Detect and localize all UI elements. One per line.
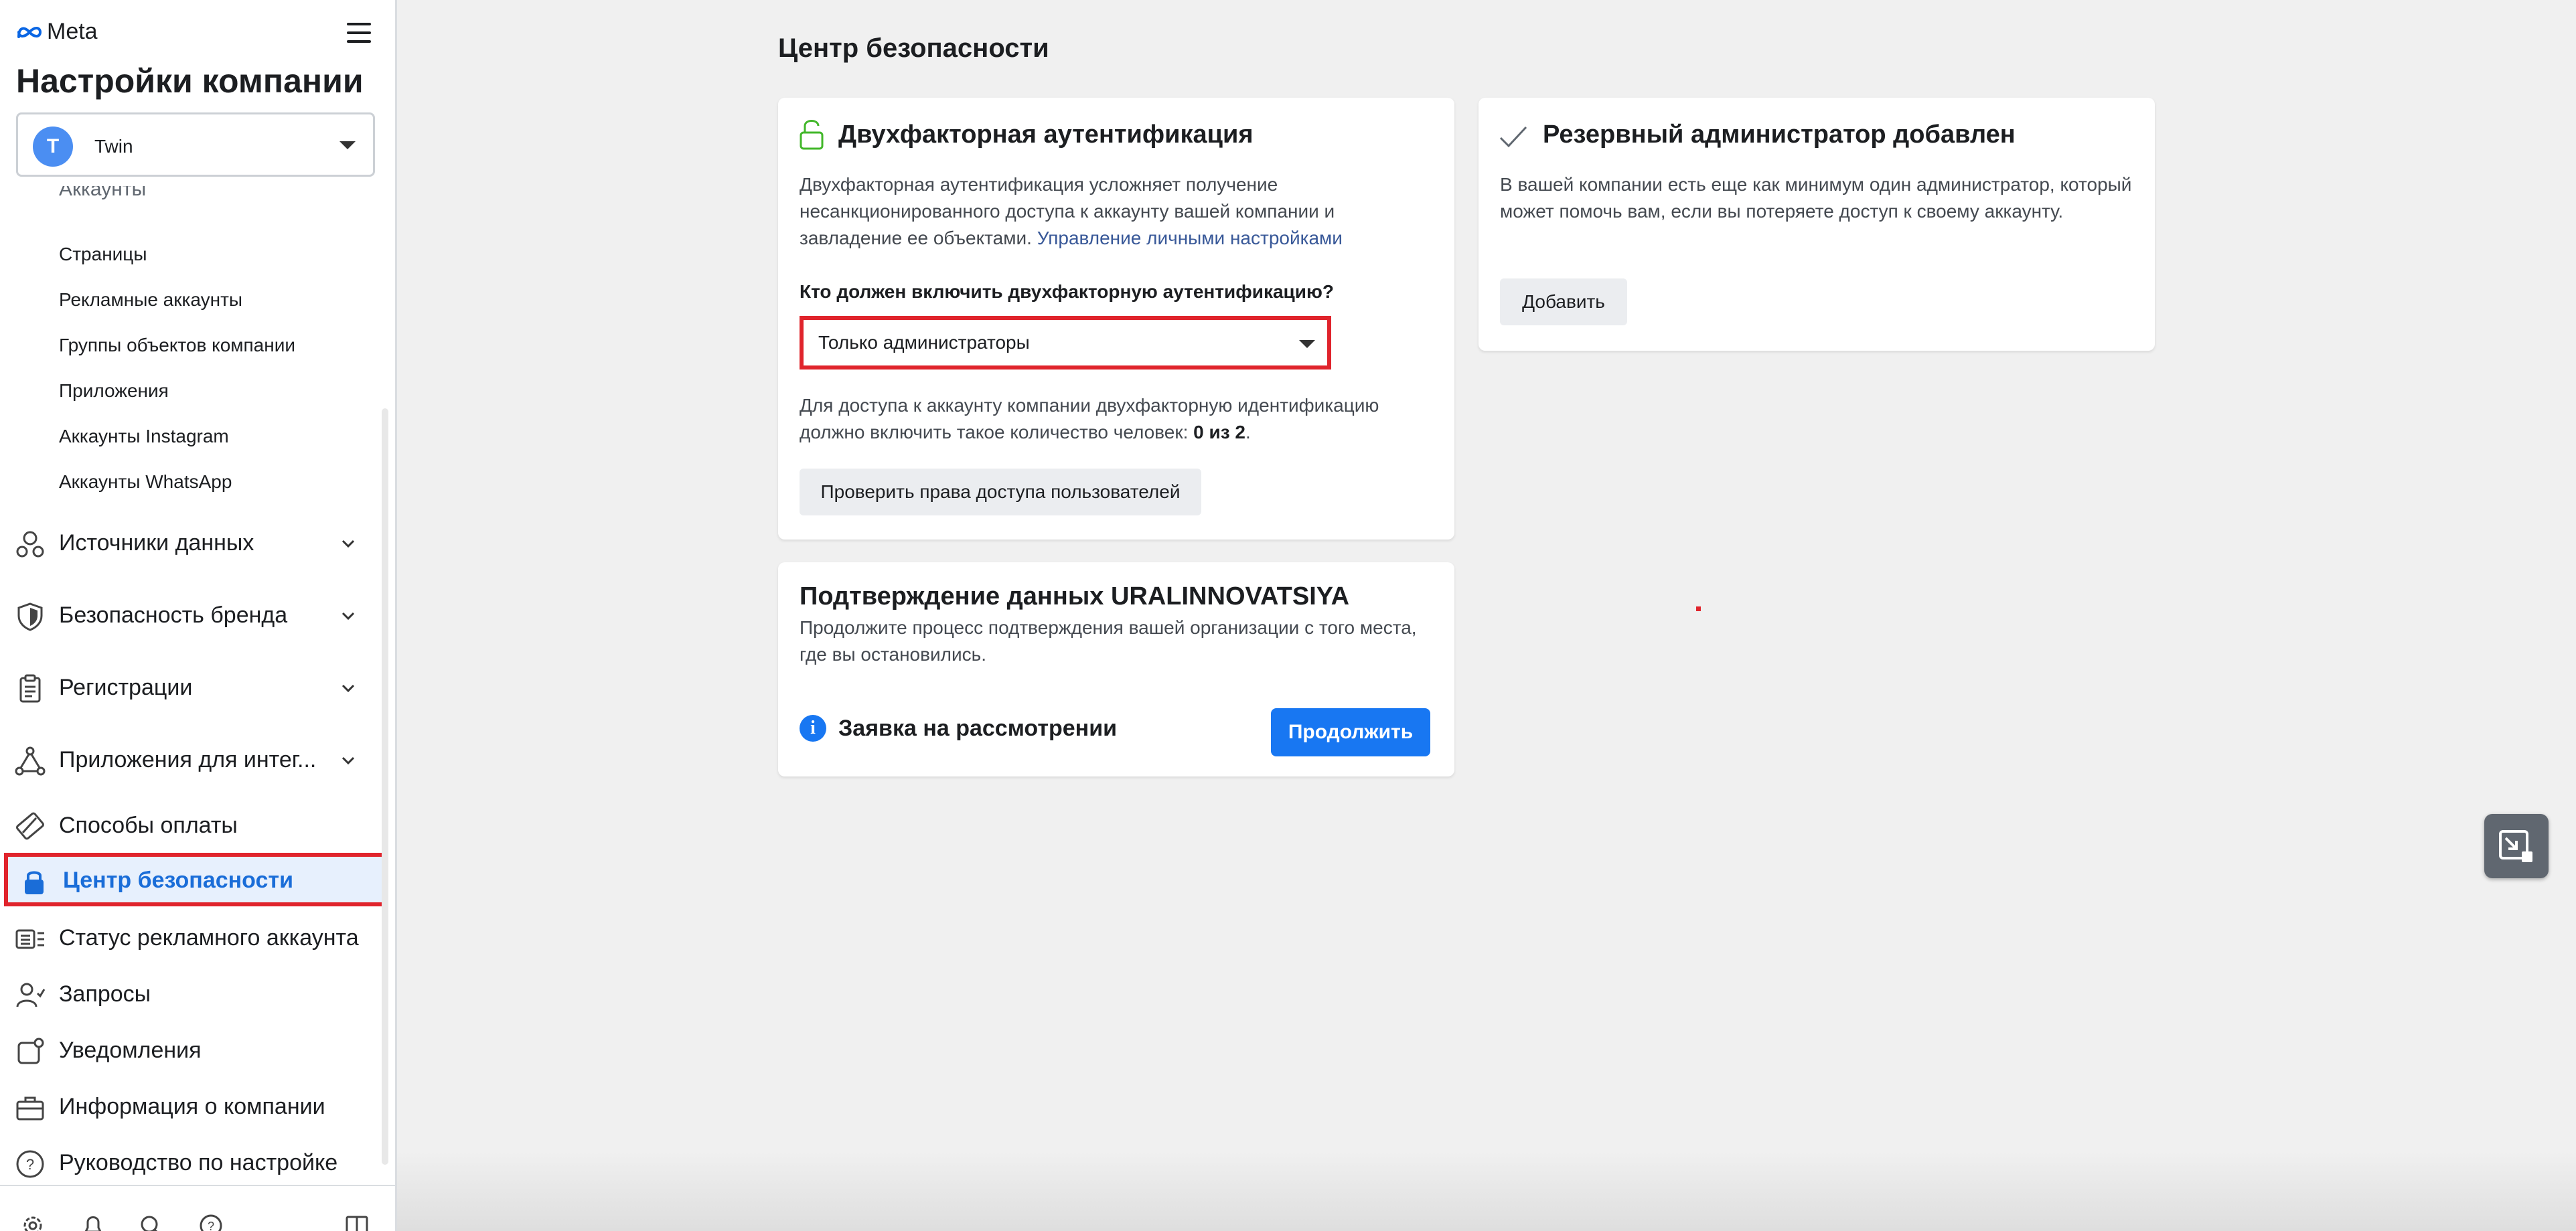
help-icon[interactable]: ? [198, 1213, 224, 1231]
sidebar-item-pages[interactable]: Страницы [59, 244, 147, 265]
selected-option: Только администраторы [818, 332, 1030, 353]
sidebar-item-ad-accounts[interactable]: Рекламные аккаунты [59, 289, 242, 311]
sidebar-item-label: Уведомления [59, 1038, 202, 1063]
sidebar-item-asset-groups[interactable]: Группы объектов компании [59, 335, 295, 356]
sidebar-item-label: Запросы [59, 981, 151, 1007]
sidebar-item-label: Руководство по настройке [59, 1150, 338, 1175]
svg-text:?: ? [26, 1156, 34, 1173]
meta-infinity-icon [17, 26, 42, 38]
page-title: Центр безопасности [778, 33, 1049, 63]
clipboard-icon [19, 674, 41, 703]
svg-text:?: ? [208, 1220, 214, 1231]
info-icon: i [800, 715, 826, 742]
two-factor-card: Двухфакторная аутентификация Двухфакторн… [778, 98, 1454, 540]
account-selector[interactable]: T Twin [16, 112, 375, 177]
sidebar-item-setup-guide[interactable]: ? Руководство по настройке [0, 1135, 388, 1189]
panel-icon[interactable] [344, 1213, 370, 1231]
sidebar-item-requests[interactable]: Запросы [0, 967, 388, 1020]
user-check-icon [16, 983, 46, 1007]
search-icon[interactable] [138, 1213, 163, 1231]
two-factor-count-value: 0 из 2 [1193, 422, 1245, 442]
integrations-icon [15, 746, 46, 776]
sidebar-item-company-info[interactable]: Информация о компании [0, 1079, 388, 1133]
verification-card: Подтверждение данных URALINNOVATSIYA Про… [778, 562, 1454, 776]
sidebar-item-label: Центр безопасности [63, 868, 293, 893]
chevron-down-icon [342, 684, 355, 693]
verification-status: i Заявка на рассмотрении [800, 715, 1117, 742]
two-factor-count-text: Для доступа к аккаунту компании двухфакт… [800, 395, 1379, 442]
notification-icon [17, 1038, 44, 1064]
add-button[interactable]: Добавить [1500, 278, 1627, 325]
briefcase-icon [16, 1096, 44, 1121]
sidebar-item-label: Приложения для интег... [59, 747, 317, 772]
exit-fullscreen-icon [2499, 830, 2532, 862]
sidebar-item-label: Регистрации [59, 675, 193, 700]
sidebar-item-label: Источники данных [59, 530, 254, 556]
avatar: T [33, 127, 73, 167]
verification-description: Продолжите процесс подтверждения вашей о… [800, 617, 1417, 665]
sidebar-bottom-bar: ? [0, 1185, 395, 1231]
sidebar-item-label: Информация о компании [59, 1094, 325, 1119]
status-text: Заявка на рассмотрении [838, 715, 1118, 741]
sidebar-item-apps[interactable]: Приложения [59, 380, 169, 402]
check-access-button[interactable]: Проверить права доступа пользователей [800, 469, 1201, 515]
sidebar-item-brand-safety[interactable]: Безопасность бренда [0, 588, 388, 641]
caret-down-icon [339, 141, 356, 149]
backup-admin-description: В вашей компании есть еще как минимум од… [1500, 174, 2132, 222]
caret-down-icon [1299, 340, 1315, 348]
sidebar: Meta Настройки компании T Twin Аккаунты … [0, 0, 397, 1231]
continue-button[interactable]: Продолжить [1271, 708, 1430, 756]
sidebar-item-payment-methods[interactable]: Способы оплаты [0, 798, 388, 851]
lock-icon [25, 871, 44, 894]
sidebar-item-notifications[interactable]: Уведомления [0, 1023, 388, 1076]
two-factor-role-select[interactable]: Только администраторы [800, 316, 1331, 370]
bell-icon[interactable] [80, 1213, 106, 1231]
backup-admin-card: Резервный администратор добавлен В вашей… [1479, 98, 2155, 351]
menu-icon[interactable] [347, 23, 371, 43]
ad-status-icon [15, 929, 44, 949]
sidebar-scrollbar[interactable] [382, 408, 388, 1165]
sidebar-title: Настройки компании [16, 62, 364, 100]
checkmark-icon [1499, 126, 1527, 148]
help-icon: ? [16, 1150, 44, 1178]
card-icon [15, 812, 45, 840]
sidebar-item-label: Безопасность бренда [59, 602, 288, 628]
sidebar-item-whatsapp[interactable]: Аккаунты WhatsApp [59, 471, 232, 493]
meta-logo[interactable]: Meta [16, 19, 98, 45]
exit-fullscreen-button[interactable] [2484, 814, 2549, 878]
sidebar-item-instagram[interactable]: Аккаунты Instagram [59, 426, 229, 447]
chevron-down-icon [342, 540, 355, 548]
bottom-fade [397, 1151, 2576, 1231]
data-sources-icon [16, 531, 44, 558]
accounts-heading-clipped: Аккаунты [59, 186, 147, 200]
sidebar-item-integrations[interactable]: Приложения для интег... [0, 732, 388, 786]
two-factor-question: Кто должен включить двухфакторную аутент… [800, 281, 1334, 302]
settings-icon[interactable] [20, 1213, 46, 1231]
manage-settings-link[interactable]: Управление личными настройками [1037, 228, 1343, 248]
account-name: Twin [94, 136, 133, 157]
sidebar-item-security-center[interactable]: Центр безопасности [4, 853, 387, 906]
shield-icon [17, 602, 43, 631]
sidebar-item-data-sources[interactable]: Источники данных [0, 515, 388, 569]
sidebar-item-ad-account-status[interactable]: Статус рекламного аккаунта [0, 910, 388, 964]
two-factor-description: Двухфакторная аутентификация усложняет п… [800, 174, 1343, 248]
verification-title: Подтверждение данных URALINNOVATSIYA [800, 582, 1350, 610]
unlock-icon [800, 120, 824, 150]
two-factor-title: Двухфакторная аутентификация [838, 120, 1254, 149]
chevron-down-icon [342, 756, 355, 765]
cursor-dot [1696, 606, 1701, 611]
sidebar-item-label: Статус рекламного аккаунта [59, 925, 359, 951]
sidebar-item-registrations[interactable]: Регистрации [0, 660, 388, 714]
backup-admin-title: Резервный администратор добавлен [1543, 120, 2016, 149]
chevron-down-icon [342, 612, 355, 621]
sidebar-item-label: Способы оплаты [59, 813, 238, 838]
brand-name: Meta [47, 19, 98, 44]
